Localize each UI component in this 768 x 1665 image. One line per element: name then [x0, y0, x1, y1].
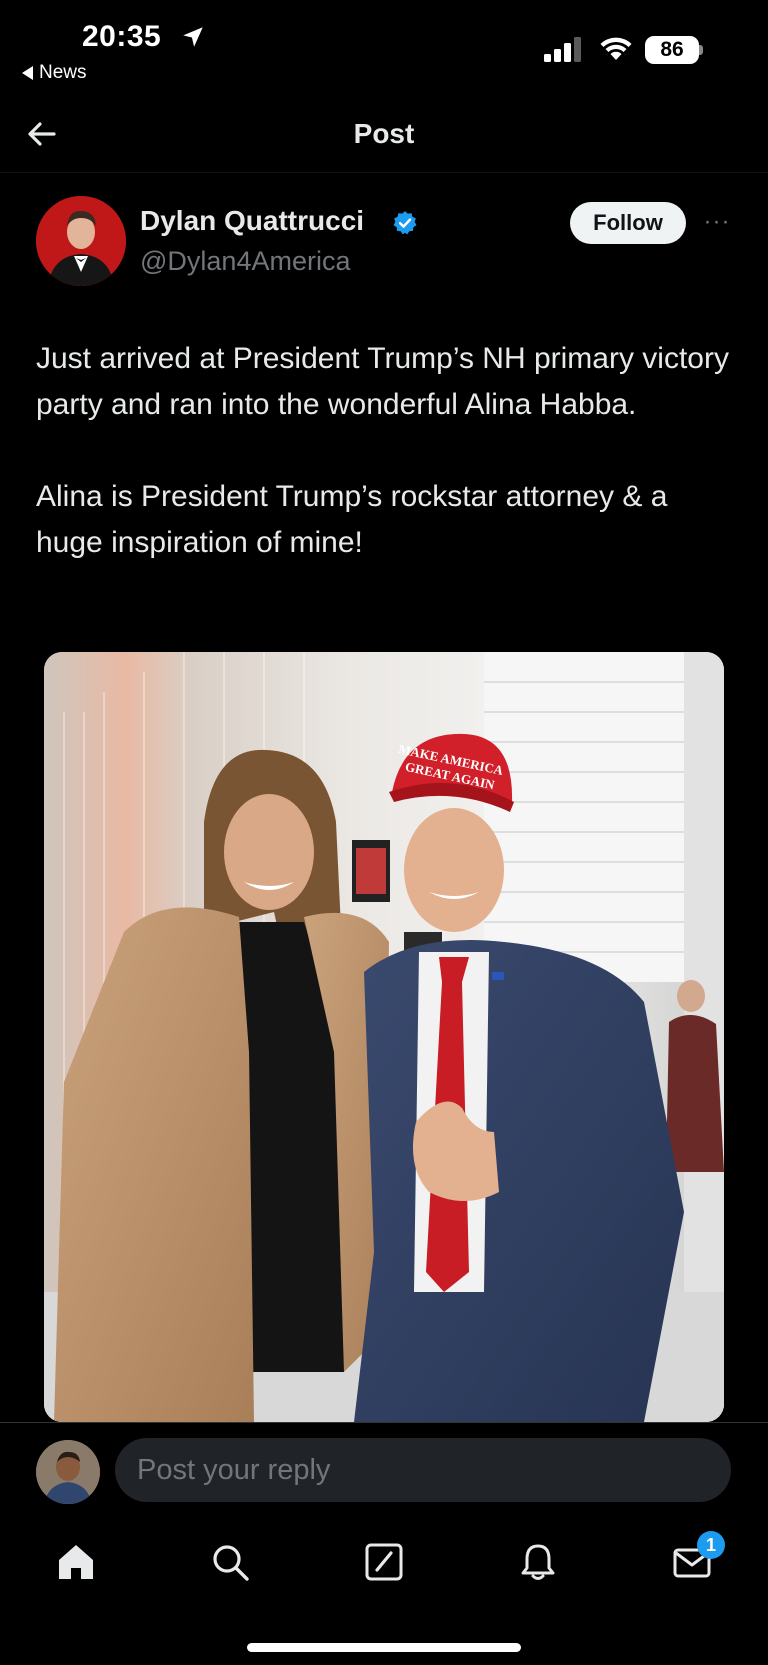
post-paragraph: Alina is President Trump’s rockstar atto… [36, 480, 668, 559]
author-name[interactable]: Dylan Quattrucci [140, 205, 364, 237]
author-avatar-image [36, 196, 126, 286]
tab-notifications[interactable] [514, 1538, 562, 1586]
user-avatar[interactable] [36, 1440, 100, 1504]
messages-badge: 1 [697, 1531, 725, 1559]
signal-icon [544, 37, 581, 62]
reply-input[interactable] [115, 1438, 731, 1502]
search-icon [213, 1545, 249, 1581]
back-app-label: News [39, 62, 87, 83]
post-text: Just arrived at President Trump’s NH pri… [36, 336, 736, 566]
reply-divider [0, 1422, 768, 1423]
location-arrow-icon [183, 27, 203, 47]
post-photo-image: MAKE AMERICA GREAT AGAIN [44, 652, 724, 1422]
tab-search[interactable] [206, 1538, 254, 1586]
user-avatar-image [36, 1440, 100, 1504]
back-to-app-button[interactable]: News [22, 62, 87, 84]
verified-badge-icon [393, 211, 417, 235]
author-handle[interactable]: @Dylan4America [140, 246, 350, 277]
more-options-icon[interactable]: ··· [702, 210, 732, 234]
tab-home[interactable] [52, 1538, 100, 1586]
status-time: 20:35 [82, 20, 162, 53]
battery-icon: 86 [645, 36, 699, 64]
home-indicator[interactable] [247, 1643, 521, 1652]
tab-compose[interactable] [360, 1538, 408, 1586]
wifi-icon [600, 37, 632, 60]
post-photo[interactable]: MAKE AMERICA GREAT AGAIN [44, 652, 724, 1422]
battery-tip [699, 45, 703, 55]
home-icon [59, 1545, 93, 1579]
follow-button[interactable]: Follow [570, 202, 686, 244]
post-paragraph: Just arrived at President Trump’s NH pri… [36, 342, 729, 421]
page-title: Post [353, 118, 415, 149]
compose-icon [365, 1543, 403, 1581]
bell-icon [521, 1544, 555, 1580]
author-avatar[interactable] [36, 196, 126, 286]
back-triangle-icon [22, 66, 33, 80]
header-divider [0, 172, 768, 173]
